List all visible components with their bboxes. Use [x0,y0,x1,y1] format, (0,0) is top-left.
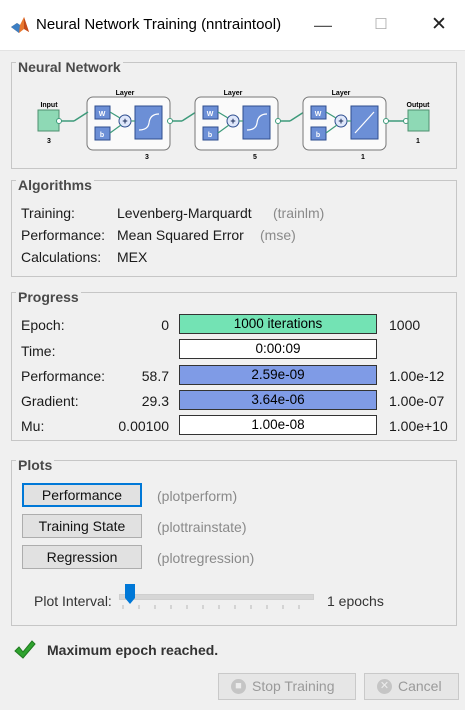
gradient-progress-bar: 3.64e-06 [179,390,377,410]
plot-interval-slider-track[interactable] [119,594,314,600]
epoch-target: 1000 [389,317,421,333]
input-node [37,109,60,132]
input-label: Input [40,102,58,109]
plot-training-state-func: (plottrainstate) [157,519,247,535]
progress-group: Progress Epoch: 0 1000 iterations 1000 T… [11,289,457,441]
mu-target: 1.00e+10 [389,418,448,434]
layer-size: 3 [145,154,149,161]
status-message: Maximum epoch reached. [47,642,219,658]
plot-regression-button[interactable]: Regression [22,545,142,569]
svg-text:W: W [99,111,106,118]
maximize-button[interactable]: ☐ [366,12,396,38]
performance-start: 58.7 [141,368,169,384]
plot-training-state-button[interactable]: Training State [22,514,142,538]
epoch-progress-bar: 1000 iterations [179,314,377,334]
svg-text:b: b [316,132,320,139]
plot-performance-button[interactable]: Performance [22,483,142,507]
window-title: Neural Network Training (nntraintool) [36,16,282,33]
algo-label-performance: Performance: [21,227,106,243]
algo-value-training: Levenberg-Marquardt [117,205,252,221]
stop-icon: ■ [231,679,246,694]
time-progress-bar: 0:00:09 [179,339,377,359]
mu-start: 0.00100 [118,418,169,434]
performance-progress-bar: 2.59e-09 [179,365,377,385]
progress-label-mu: Mu: [21,418,45,434]
stop-training-label: Stop Training [252,678,335,694]
stop-training-button[interactable]: ■ Stop Training [218,673,356,700]
algo-code-training: (trainlm) [273,205,325,221]
layer-label: Layer [332,90,351,97]
network-diagram: Input 3 Layer W b + 3 Layer W b + 5 Laye… [37,90,431,161]
gradient-start: 29.3 [141,393,169,409]
algo-label-training: Training: [21,205,75,221]
output-node [407,109,430,132]
plot-regression-func: (plotregression) [157,550,255,566]
algorithms-section-title: Algorithms [16,177,94,193]
network-group: Neural Network Input 3 Layer W b + 3 Lay… [11,59,457,169]
svg-text:b: b [208,132,212,139]
cancel-button[interactable]: ✕ Cancel [364,673,459,700]
algo-value-calculations: MEX [117,249,148,265]
output-size: 1 [416,138,420,145]
input-size: 3 [47,138,51,145]
svg-text:W: W [207,111,214,118]
checkmark-icon [14,640,36,659]
algo-value-performance: Mean Squared Error [117,227,244,243]
layer-size: 1 [361,154,365,161]
slider-tick-marks [122,605,300,609]
plot-interval-value: 1 epochs [327,593,384,609]
plots-group: Plots Performance (plotperform) Training… [11,457,457,626]
algo-label-calculations: Calculations: [21,249,102,265]
plot-performance-func: (plotperform) [157,488,238,504]
svg-text:b: b [100,132,104,139]
layer-label: Layer [224,90,243,97]
svg-text:W: W [315,111,322,118]
progress-section-title: Progress [16,289,81,305]
title-bar: Neural Network Training (nntraintool) — … [0,0,465,51]
layer-label: Layer [116,90,135,97]
performance-target: 1.00e-12 [389,368,445,384]
progress-label-gradient: Gradient: [21,393,79,409]
plot-interval-slider-thumb[interactable] [125,584,135,604]
mu-progress-bar: 1.00e-08 [179,415,377,435]
svg-text:+: + [230,116,235,126]
cancel-icon: ✕ [377,679,392,694]
progress-label-time: Time: [21,343,56,359]
svg-text:+: + [338,116,343,126]
layer-size: 5 [253,154,257,161]
matlab-logo-icon [11,17,29,33]
gradient-target: 1.00e-07 [389,393,445,409]
output-label: Output [407,102,431,109]
minimize-button[interactable]: — [308,12,338,38]
algorithms-group: Algorithms Training: Levenberg-Marquardt… [11,177,457,277]
epoch-start: 0 [161,317,169,333]
progress-label-epoch: Epoch: [21,317,65,333]
algo-code-performance: (mse) [260,227,296,243]
plot-interval-label: Plot Interval: [34,593,112,609]
svg-text:+: + [122,116,127,126]
plots-section-title: Plots [16,457,55,473]
cancel-label: Cancel [398,678,442,694]
close-button[interactable]: ✕ [424,12,454,38]
